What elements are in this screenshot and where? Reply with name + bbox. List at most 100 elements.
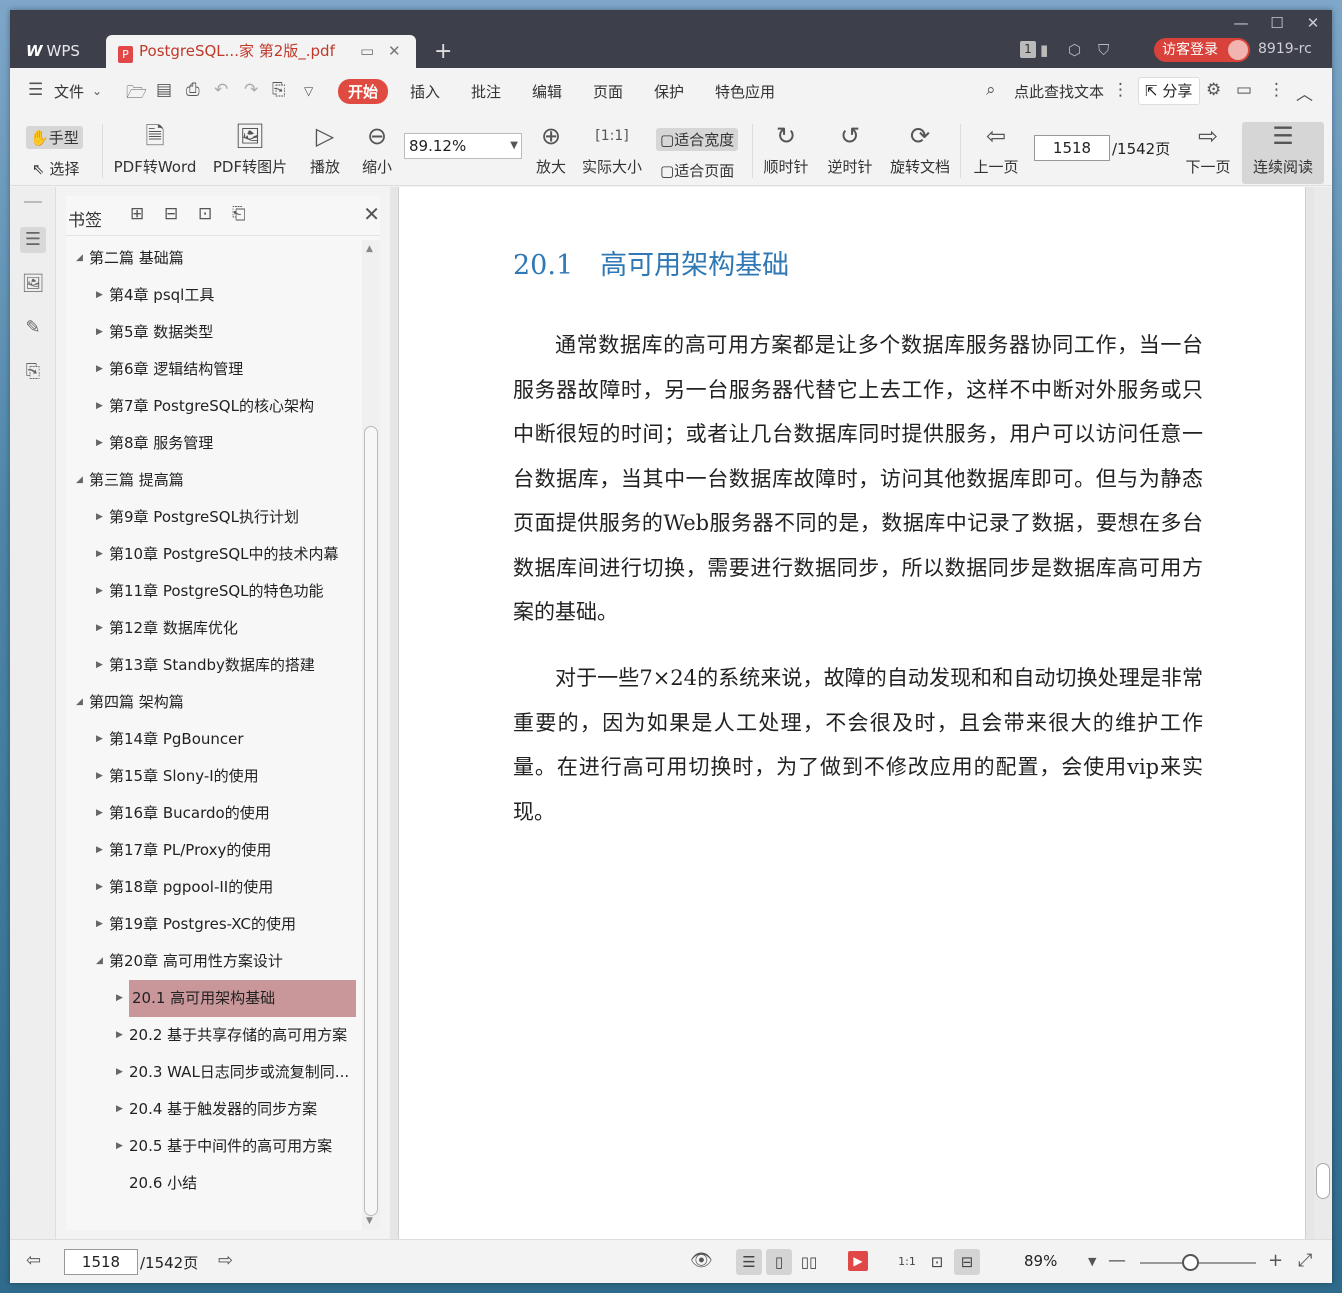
fit-page-icon[interactable]: ⊡ [924, 1249, 950, 1275]
chevron-down-icon[interactable]: ▼ [1088, 1255, 1096, 1268]
bookmark-item[interactable]: ▶ 第10章 PostgreSQL中的技术内幕 [66, 536, 360, 573]
status-page-input[interactable]: 1518 [64, 1249, 138, 1275]
bookmark-options-icon[interactable]: ⎗ [232, 204, 246, 224]
rotate-counterclockwise-button[interactable]: ↺ 逆时针 [820, 116, 880, 186]
play-button[interactable]: ▷ 播放 [302, 116, 348, 186]
layout-icon[interactable]: ▮ [1040, 41, 1048, 59]
expand-down-icon[interactable]: ◢ [76, 462, 83, 499]
maximize-button[interactable]: ☐ [1262, 14, 1292, 32]
tab-protect[interactable]: 保护 [654, 81, 684, 102]
tab-page[interactable]: 页面 [593, 81, 623, 102]
bookmark-item[interactable]: ▶ 第15章 Slony-I的使用 [66, 758, 360, 795]
search-icon[interactable]: ⌕ [986, 80, 996, 100]
next-page-icon[interactable]: ⇨ [218, 1250, 233, 1271]
pdf-to-word-button[interactable]: 🗎 PDF转Word [110, 116, 200, 186]
expand-right-icon[interactable]: ▶ [96, 832, 103, 869]
bookmark-item[interactable]: ◢ 第二篇 基础篇 [66, 240, 360, 277]
expand-right-icon[interactable]: ▶ [96, 314, 103, 351]
tab-special[interactable]: 特色应用 [715, 81, 775, 102]
bookmark-item[interactable]: 20.6 小结 [66, 1165, 360, 1202]
file-menu[interactable]: 文件 [54, 81, 84, 102]
fullscreen-icon[interactable]: ⤢ [1298, 1250, 1312, 1271]
open-folder-icon[interactable]: 🗁 [126, 80, 147, 109]
next-page-button[interactable]: ⇨ 下一页 [1180, 116, 1236, 186]
bookmark-item[interactable]: ▶ 第9章 PostgreSQL执行计划 [66, 499, 360, 536]
bookmark-item-selected[interactable]: ▶ 20.1 高可用架构基础 [66, 980, 360, 1017]
expand-right-icon[interactable]: ▶ [116, 1017, 123, 1054]
new-tab-button[interactable]: + [434, 35, 452, 68]
bookmark-item[interactable]: ▶ 第19章 Postgres-XC的使用 [66, 906, 360, 943]
bookmark-item[interactable]: ▶ 第17章 PL/Proxy的使用 [66, 832, 360, 869]
continuous-read-button[interactable]: ☰ 连续阅读 [1242, 122, 1324, 184]
pdf-to-image-button[interactable]: 🖼 PDF转图片 [208, 116, 292, 186]
prev-page-icon[interactable]: ⇦ [26, 1250, 41, 1271]
actual-size-button[interactable]: [1:1] 实际大小 [578, 116, 646, 186]
actual-size-icon[interactable]: 1:1 [894, 1249, 920, 1275]
zoom-percentage[interactable]: 89% [1024, 1252, 1057, 1270]
expand-right-icon[interactable]: ▶ [96, 795, 103, 832]
tab-edit[interactable]: 编辑 [532, 81, 562, 102]
wps-home-tab[interactable]: W WPS [18, 35, 102, 68]
zoom-in-icon[interactable]: + [1268, 1250, 1283, 1271]
print-icon[interactable]: ⎙ [186, 80, 200, 100]
expand-right-icon[interactable]: ▶ [96, 573, 103, 610]
expand-right-icon[interactable]: ▶ [96, 536, 103, 573]
bookmark-item[interactable]: ▶ 第5章 数据类型 [66, 314, 360, 351]
bookmark-item[interactable]: ◢ 第20章 高可用性方案设计 [66, 943, 360, 980]
export-icon[interactable]: ⎘ [272, 80, 286, 100]
rotate-document-button[interactable]: ⟳ 旋转文档 [884, 116, 956, 186]
play-slideshow-icon[interactable]: ▶ [848, 1251, 868, 1271]
expand-right-icon[interactable]: ▶ [116, 1091, 123, 1128]
zoom-select[interactable]: 89.12% ▼ [404, 133, 522, 159]
page-number-input[interactable]: 1518 [1034, 135, 1110, 161]
bookmark-item[interactable]: ▶ 20.5 基于中间件的高可用方案 [66, 1128, 360, 1165]
expand-right-icon[interactable]: ▶ [96, 906, 103, 943]
window-count-badge[interactable]: 1 [1020, 41, 1036, 58]
expand-right-icon[interactable]: ▶ [96, 869, 103, 906]
expand-right-icon[interactable]: ▶ [96, 425, 103, 462]
bookmark-item[interactable]: ▶ 第18章 pgpool-II的使用 [66, 869, 360, 906]
redo-icon[interactable]: ↷ [244, 80, 258, 100]
bookmark-item[interactable]: ▶ 第11章 PostgreSQL的特色功能 [66, 573, 360, 610]
thumbnail-icon[interactable]: 🖼 [20, 271, 46, 297]
share-button[interactable]: ⇱ 分享 [1138, 77, 1200, 105]
scroll-up-icon[interactable]: ▲ [366, 244, 373, 254]
close-window-button[interactable]: ✕ [1298, 14, 1328, 32]
hamburger-icon[interactable]: ☰ [28, 80, 43, 100]
scroll-down-icon[interactable]: ▼ [366, 1216, 373, 1226]
undo-icon[interactable]: ↶ [214, 80, 228, 100]
scrollbar-thumb[interactable] [1316, 1163, 1330, 1199]
expand-right-icon[interactable]: ▶ [96, 647, 103, 684]
expand-down-icon[interactable]: ◢ [76, 684, 83, 721]
shirt-icon[interactable]: ⛉ [1098, 41, 1109, 59]
select-tool-button[interactable]: ⇖ 选择 [32, 158, 79, 179]
bookmark-item[interactable]: ▶ 第8章 服务管理 [66, 425, 360, 462]
collapse-bookmark-icon[interactable]: ⊟ [164, 204, 178, 224]
save-icon[interactable]: ▤ [156, 80, 172, 100]
expand-right-icon[interactable]: ▶ [116, 1128, 123, 1165]
single-page-icon[interactable]: ▯ [766, 1249, 792, 1275]
scrollbar-thumb[interactable] [364, 426, 378, 1216]
hand-tool-button[interactable]: ✋手型 [26, 126, 83, 149]
expand-down-icon[interactable]: ◢ [76, 240, 83, 277]
bookmark-item[interactable]: ◢ 第三篇 提高篇 [66, 462, 360, 499]
minimize-button[interactable]: — [1226, 14, 1256, 32]
zoom-out-icon[interactable]: — [1108, 1250, 1126, 1271]
find-text-button[interactable]: 点此查找文本 [1014, 81, 1104, 102]
expand-right-icon[interactable]: ▶ [116, 980, 123, 1017]
tab-monitor-icon[interactable]: ▭ [360, 35, 374, 68]
expand-right-icon[interactable]: ▶ [96, 721, 103, 758]
bookmark-item[interactable]: ▶ 第12章 数据库优化 [66, 610, 360, 647]
collapse-ribbon-icon[interactable]: ︿ [1296, 80, 1313, 105]
bookmark-scrollbar[interactable]: ▲ ▼ [362, 240, 380, 1230]
bookmark-item[interactable]: ▶ 第7章 PostgreSQL的核心架构 [66, 388, 360, 425]
bookmark-item[interactable]: ▶ 第14章 PgBouncer [66, 721, 360, 758]
attachment-icon[interactable]: ⎘ [20, 359, 46, 385]
prev-page-button[interactable]: ⇦ 上一页 [966, 116, 1026, 186]
fit-page-button[interactable]: ▢适合页面 [660, 160, 734, 181]
chevron-down-icon[interactable]: ▼ [510, 134, 518, 158]
annotation-icon[interactable]: ✎ [20, 315, 46, 341]
bookmark-panel-icon[interactable]: ☰ [20, 227, 46, 253]
expand-right-icon[interactable]: ▶ [96, 388, 103, 425]
bookmark-item[interactable]: ▶ 20.2 基于共享存储的高可用方案 [66, 1017, 360, 1054]
